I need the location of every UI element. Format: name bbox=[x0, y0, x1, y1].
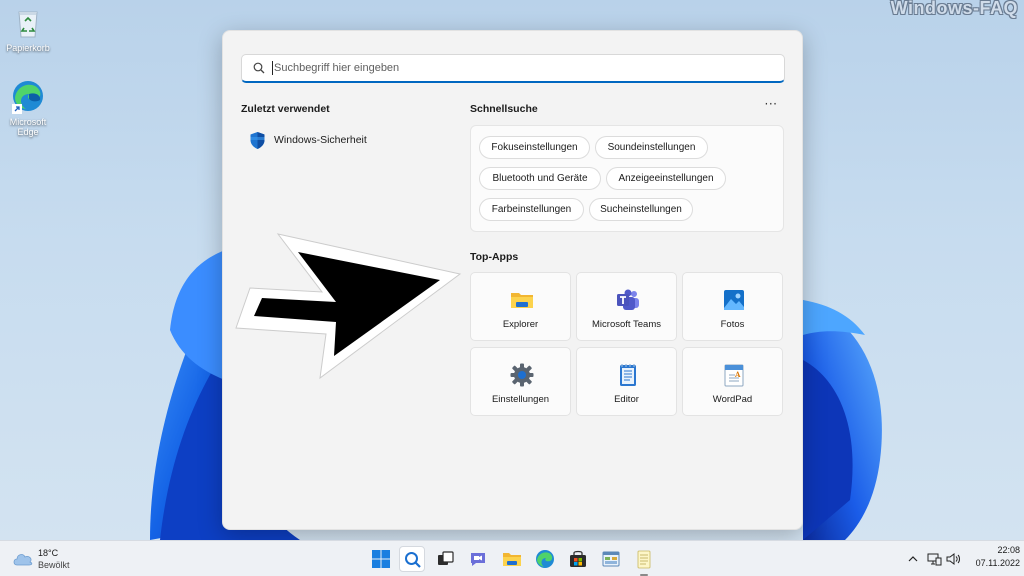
chip-color-settings[interactable]: Farbeinstellungen bbox=[479, 198, 584, 221]
taskbar-explorer-button[interactable] bbox=[499, 546, 525, 572]
taskbar-task-view-button[interactable] bbox=[432, 546, 458, 572]
app-tile-label: Einstellungen bbox=[491, 394, 550, 405]
taskbar-notepad-button[interactable] bbox=[631, 546, 657, 572]
chevron-up-icon bbox=[908, 556, 918, 562]
start-icon bbox=[372, 550, 390, 568]
tray-overflow-button[interactable] bbox=[906, 551, 920, 565]
taskbar-start-button[interactable] bbox=[368, 546, 394, 572]
chip-focus-settings[interactable]: Fokuseinstellungen bbox=[479, 136, 590, 159]
notepad-icon bbox=[620, 364, 636, 386]
desktop-icon-label: Papierkorb bbox=[6, 43, 50, 53]
taskbar-chat-button[interactable] bbox=[465, 546, 491, 572]
app-tile-editor[interactable]: Editor bbox=[576, 347, 677, 416]
wordpad-icon: A bbox=[724, 364, 744, 387]
taskbar-search-button[interactable] bbox=[399, 546, 425, 572]
explorer-icon bbox=[503, 553, 521, 566]
search-box[interactable] bbox=[241, 54, 785, 83]
chip-bluetooth-devices[interactable]: Bluetooth und Geräte bbox=[479, 167, 601, 190]
taskbar: 18°C Bewölkt 22:08 07.11.2022 bbox=[0, 540, 1024, 576]
weather-widget[interactable]: 18°C Bewölkt bbox=[10, 546, 80, 572]
search-input[interactable] bbox=[274, 62, 754, 74]
chip-sound-settings[interactable]: Soundeinstellungen bbox=[595, 136, 708, 159]
app-tile-teams[interactable]: Microsoft Teams bbox=[576, 272, 677, 341]
gear-icon bbox=[510, 363, 534, 387]
task-view-icon bbox=[438, 551, 454, 565]
app-tile-label: Explorer bbox=[502, 319, 539, 330]
recycle-bin-icon bbox=[18, 11, 38, 38]
svg-text:A: A bbox=[734, 370, 741, 379]
app-tile-settings[interactable]: Einstellungen bbox=[470, 347, 571, 416]
app-tile-label: Microsoft Teams bbox=[592, 319, 661, 330]
chip-display-settings[interactable]: Anzeigeeinstellungen bbox=[606, 167, 726, 190]
folder-icon bbox=[511, 293, 533, 308]
clock-date: 07.11.2022 bbox=[975, 558, 1020, 568]
search-icon bbox=[405, 552, 421, 568]
top-apps-title: Top-Apps bbox=[470, 251, 519, 263]
recent-title: Zuletzt verwendet bbox=[241, 103, 330, 115]
weather-temp: 18°C bbox=[38, 548, 59, 558]
desktop-icon-label: Microsoft Edge bbox=[9, 117, 47, 137]
tray-network-button[interactable] bbox=[926, 551, 942, 566]
notepad-icon bbox=[637, 550, 651, 569]
store-icon bbox=[570, 550, 586, 567]
cloud-icon bbox=[13, 554, 33, 566]
app-tile-photos[interactable]: Fotos bbox=[682, 272, 783, 341]
chat-icon bbox=[471, 553, 485, 566]
app-tile-wordpad[interactable]: A WordPad bbox=[682, 347, 783, 416]
desktop-icon-edge[interactable]: Microsoft Edge bbox=[0, 78, 58, 137]
more-options-button[interactable]: ··· bbox=[763, 98, 779, 113]
tray-volume-button[interactable] bbox=[945, 551, 961, 565]
shortcut-arrow-icon bbox=[12, 104, 22, 114]
app-tile-label: Editor bbox=[614, 394, 639, 405]
control-panel-icon bbox=[602, 551, 620, 567]
taskbar-control-panel-button[interactable] bbox=[598, 546, 624, 572]
quick-search-title: Schnellsuche bbox=[470, 103, 538, 115]
taskbar-edge-button[interactable] bbox=[532, 546, 558, 572]
clock-time: 22:08 bbox=[997, 545, 1020, 555]
shield-icon bbox=[250, 131, 265, 149]
watermark: Windows-FAQ bbox=[890, 0, 1018, 18]
chip-search-settings[interactable]: Sucheinstellungen bbox=[589, 198, 693, 221]
network-icon bbox=[927, 553, 942, 566]
annotation-arrow-icon bbox=[235, 233, 462, 380]
tray-clock[interactable]: 22:08 07.11.2022 bbox=[964, 545, 1020, 573]
quick-search-box: Fokuseinstellungen Soundeinstellungen Bl… bbox=[470, 125, 784, 232]
photos-icon bbox=[724, 290, 744, 310]
weather-condition: Bewölkt bbox=[38, 560, 70, 570]
text-caret bbox=[272, 61, 273, 75]
app-tile-label: Fotos bbox=[720, 319, 745, 330]
recent-item-label: Windows-Sicherheit bbox=[274, 134, 367, 146]
app-tile-explorer[interactable]: Explorer bbox=[470, 272, 571, 341]
taskbar-store-button[interactable] bbox=[565, 546, 591, 572]
search-icon bbox=[253, 62, 265, 74]
desktop: Windows-FAQ Papierkorb Microsoft Edge Su… bbox=[0, 0, 1024, 540]
edge-icon bbox=[536, 550, 554, 568]
recent-item-windows-security[interactable]: Windows-Sicherheit bbox=[241, 128, 431, 152]
volume-icon bbox=[946, 553, 960, 565]
teams-icon bbox=[617, 289, 639, 310]
desktop-icon-recycle-bin[interactable]: Papierkorb bbox=[0, 4, 58, 53]
app-tile-label: WordPad bbox=[712, 394, 753, 405]
